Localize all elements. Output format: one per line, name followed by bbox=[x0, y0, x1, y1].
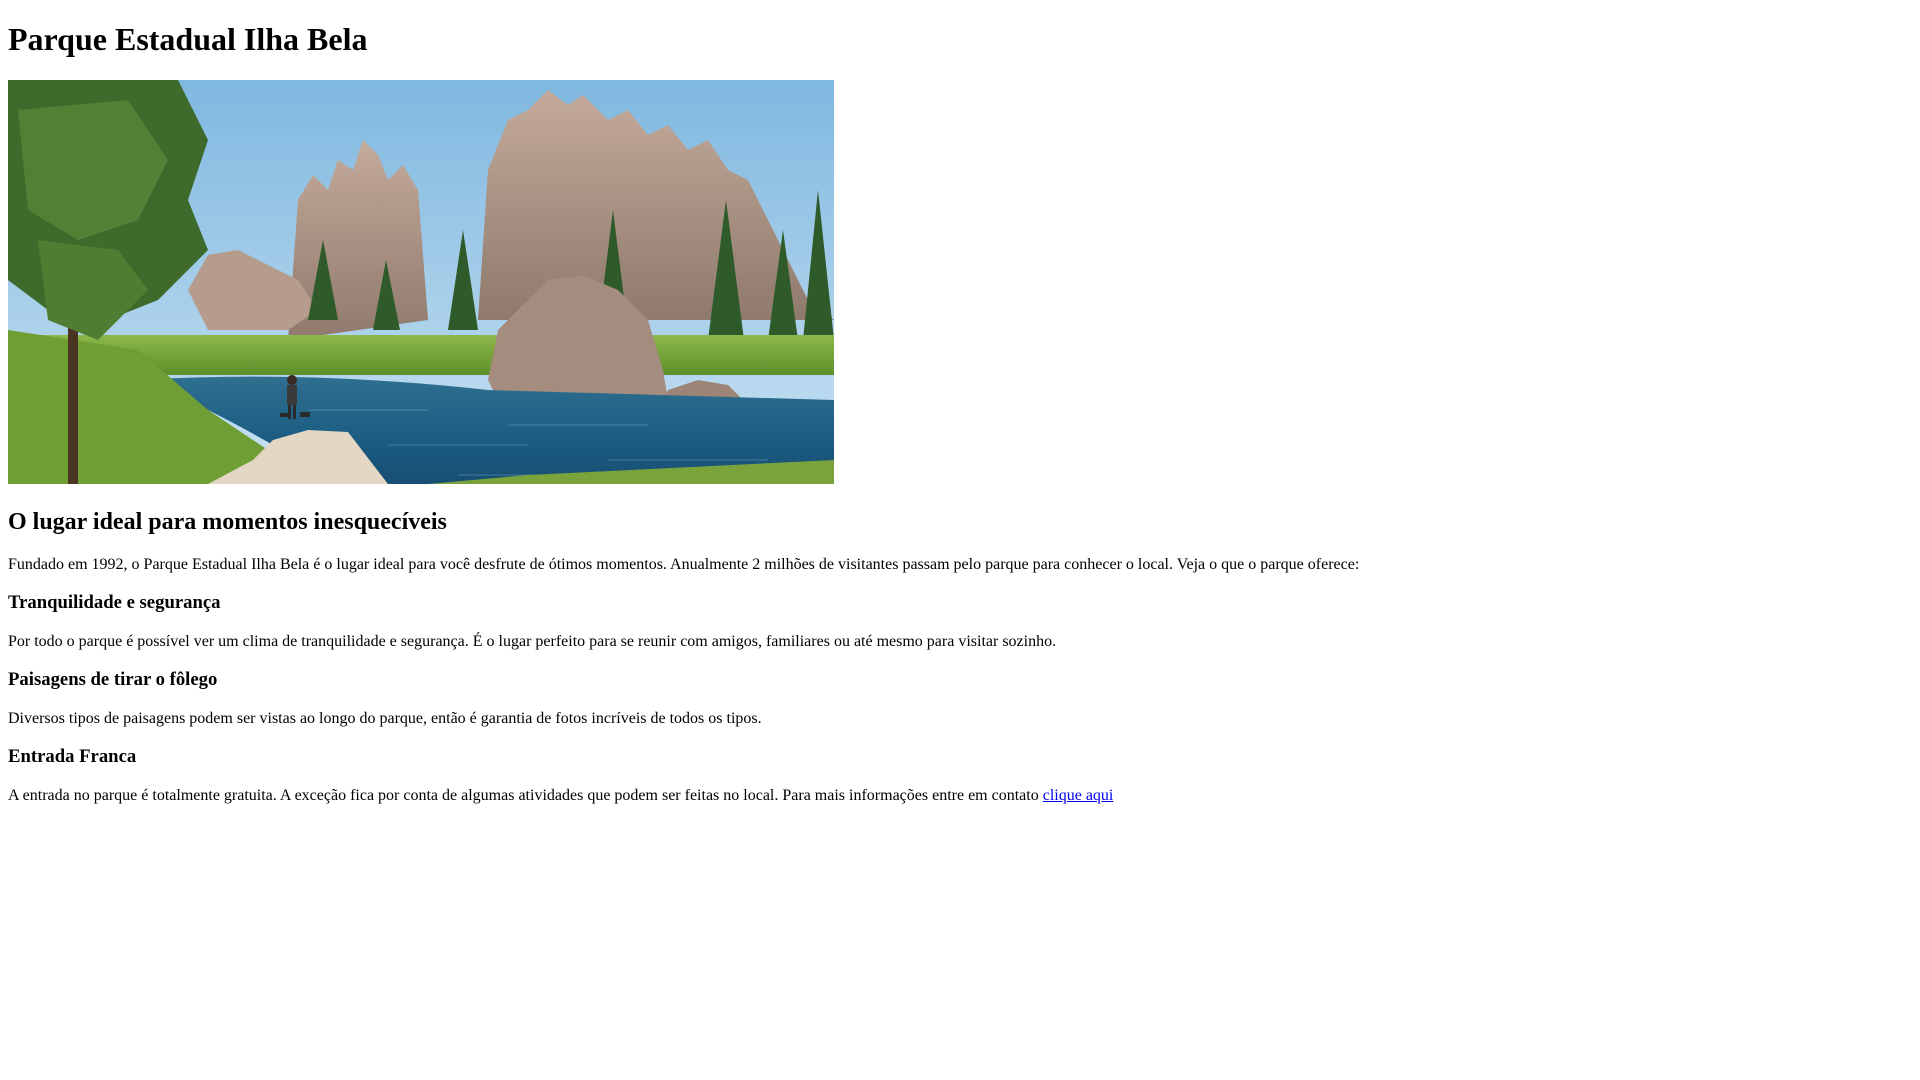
page-content: Parque Estadual Ilha Bela O lugar ideal … bbox=[0, 21, 1920, 805]
section-text-entrada: A entrada no parque é totalmente gratuit… bbox=[8, 786, 1912, 805]
entrada-text: A entrada no parque é totalmente gratuit… bbox=[8, 787, 1043, 804]
section-heading-paisagens: Paisagens de tirar o fôlego bbox=[8, 669, 218, 690]
section-heading-tranquilidade: Tranquilidade e segurança bbox=[8, 592, 221, 613]
section-text-tranquilidade: Por todo o parque é possível ver um clim… bbox=[8, 633, 1057, 650]
page-title: Parque Estadual Ilha Bela bbox=[8, 21, 368, 57]
section-text-paisagens: Diversos tipos de paisagens podem ser vi… bbox=[8, 710, 762, 727]
section-heading-entrada: Entrada Franca bbox=[8, 746, 137, 767]
intro-heading: O lugar ideal para momentos inesquecívei… bbox=[8, 509, 447, 535]
hero-image bbox=[8, 80, 834, 484]
intro-text: Fundado em 1992, o Parque Estadual Ilha … bbox=[8, 556, 1360, 573]
contact-link[interactable]: clique aqui bbox=[1043, 787, 1114, 804]
